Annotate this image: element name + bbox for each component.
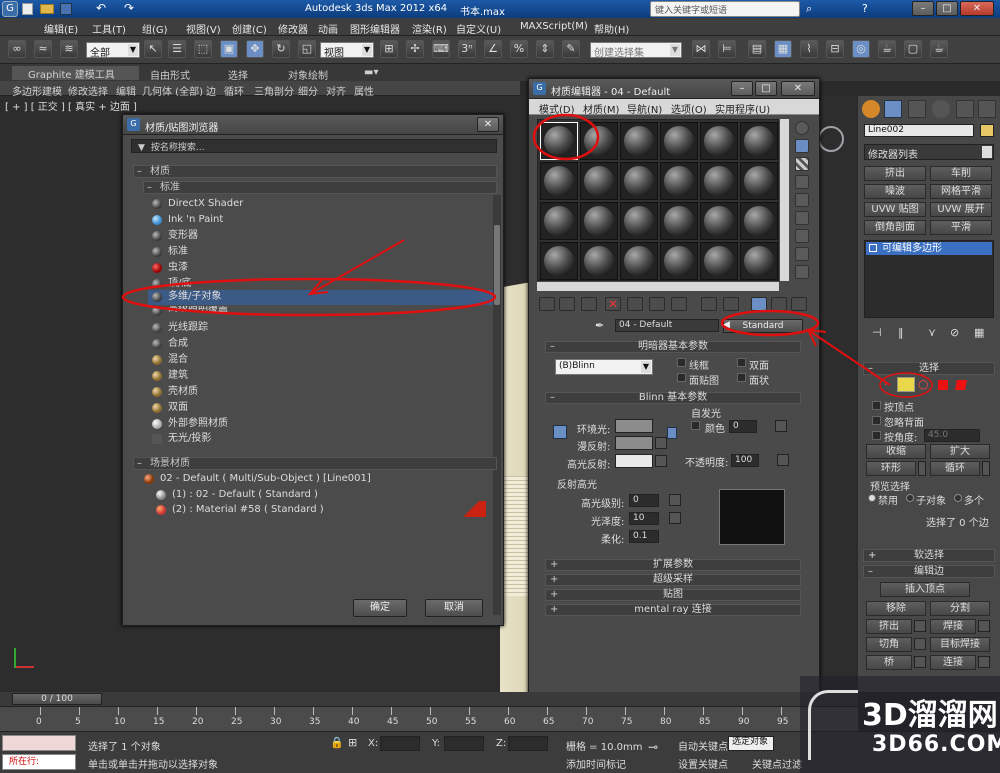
annotation-ellipse-multisub [121, 277, 497, 317]
watermark-logo: 3D溜溜网 3D66.COM [800, 676, 1000, 773]
watermark-brand: 3D溜溜网 [862, 698, 998, 733]
annotation-circle-slot [532, 113, 600, 161]
annotation-arrowhead-left [307, 279, 329, 296]
annotation-arrow-left [309, 239, 405, 295]
deer-icon [808, 690, 858, 760]
annotation-ellipse-standard [720, 309, 820, 337]
annotation-overlay [121, 113, 933, 398]
watermark-url: 3D66.COM [872, 732, 1000, 757]
annotation-arrow-right [807, 329, 891, 386]
annotation-circle-edge [879, 372, 933, 398]
